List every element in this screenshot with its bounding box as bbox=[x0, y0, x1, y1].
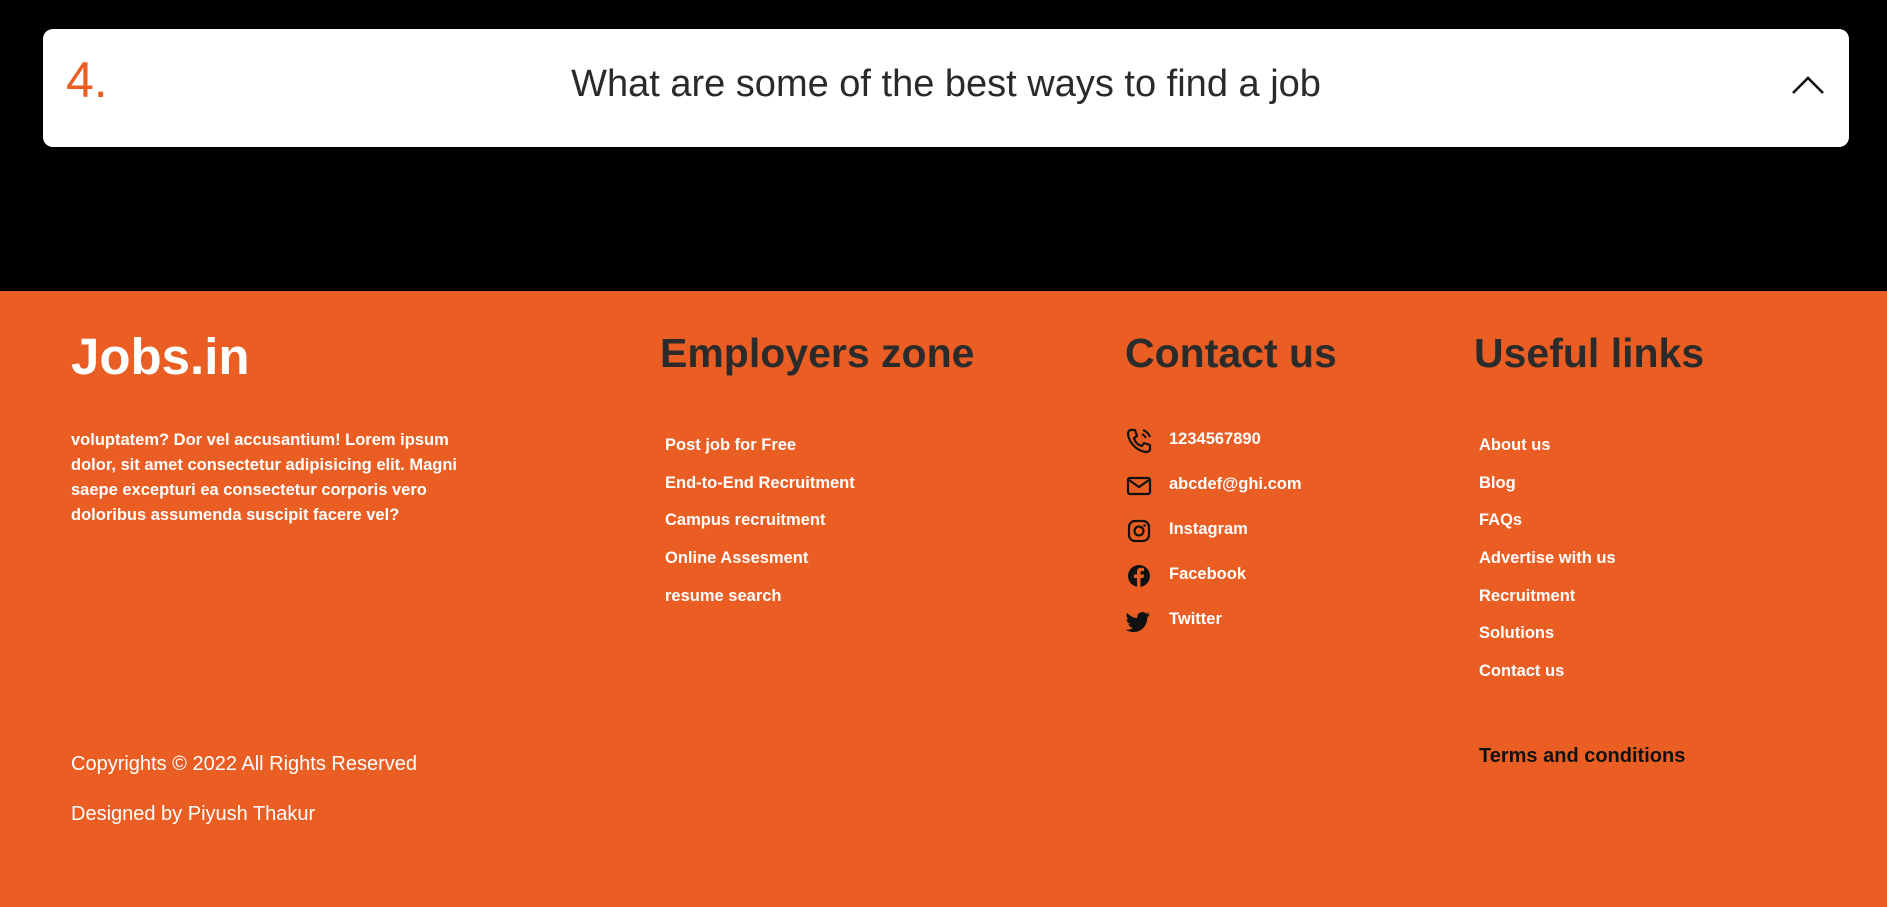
contact-us-heading: Contact us bbox=[1125, 330, 1337, 376]
contact-twitter-link[interactable]: Twitter bbox=[1169, 607, 1222, 629]
contact-item-email: abcdef@ghi.com bbox=[1125, 472, 1302, 517]
list-item: Recruitment bbox=[1479, 587, 1616, 625]
list-item: Campus recruitment bbox=[665, 511, 855, 549]
footer-about-text: voluptatem? Dor vel accusantium! Lorem i… bbox=[71, 431, 457, 524]
contact-item-instagram: Instagram bbox=[1125, 517, 1302, 562]
list-item: End-to-End Recruitment bbox=[665, 474, 855, 512]
site-footer: Jobs.in voluptatem? Dor vel accusantium!… bbox=[0, 291, 1887, 907]
list-item: Online Assesment bbox=[665, 549, 855, 587]
list-item: About us bbox=[1479, 436, 1616, 474]
employers-zone-links: Post job for Free End-to-End Recruitment… bbox=[665, 436, 855, 624]
list-item: Post job for Free bbox=[665, 436, 855, 474]
list-item: Solutions bbox=[1479, 624, 1616, 662]
useful-links-heading: Useful links bbox=[1474, 330, 1705, 376]
list-item: Advertise with us bbox=[1479, 549, 1616, 587]
copyright-text: Copyrights © 2022 All Rights Reserved bbox=[71, 753, 418, 775]
link-faqs[interactable]: FAQs bbox=[1479, 511, 1522, 529]
link-solutions[interactable]: Solutions bbox=[1479, 624, 1554, 642]
footer-brand-logo[interactable]: Jobs.in bbox=[71, 331, 250, 382]
instagram-icon bbox=[1127, 519, 1151, 543]
list-item: Blog bbox=[1479, 474, 1616, 512]
contact-item-twitter: Twitter bbox=[1125, 607, 1302, 652]
faq-item[interactable]: 4. What are some of the best ways to fin… bbox=[43, 29, 1849, 147]
mail-icon bbox=[1126, 476, 1152, 496]
link-resume-search[interactable]: resume search bbox=[665, 587, 782, 605]
faq-question[interactable]: What are some of the best ways to find a… bbox=[43, 65, 1849, 103]
link-about-us[interactable]: About us bbox=[1479, 436, 1551, 454]
list-item: resume search bbox=[665, 587, 855, 625]
designed-by-text: Designed by Piyush Thakur bbox=[71, 803, 316, 825]
useful-links-list: About us Blog FAQs Advertise with us Rec… bbox=[1479, 436, 1616, 700]
phone-icon bbox=[1126, 428, 1152, 454]
link-online-assesment[interactable]: Online Assesment bbox=[665, 549, 808, 567]
list-item: Contact us bbox=[1479, 662, 1616, 700]
link-post-job[interactable]: Post job for Free bbox=[665, 436, 796, 454]
contact-item-phone: 1234567890 bbox=[1125, 427, 1302, 472]
link-blog[interactable]: Blog bbox=[1479, 474, 1516, 492]
list-item: FAQs bbox=[1479, 511, 1616, 549]
contact-phone-link[interactable]: 1234567890 bbox=[1169, 427, 1261, 449]
link-advertise-with-us[interactable]: Advertise with us bbox=[1479, 549, 1616, 567]
contact-list: 1234567890 abcdef@ghi.com Instagram Face… bbox=[1125, 427, 1302, 652]
link-campus-recruitment[interactable]: Campus recruitment bbox=[665, 511, 825, 529]
facebook-icon bbox=[1128, 565, 1150, 587]
contact-email-link[interactable]: abcdef@ghi.com bbox=[1169, 472, 1302, 494]
link-contact-us[interactable]: Contact us bbox=[1479, 662, 1564, 680]
link-recruitment[interactable]: Recruitment bbox=[1479, 587, 1575, 605]
contact-item-facebook: Facebook bbox=[1125, 562, 1302, 607]
contact-facebook-link[interactable]: Facebook bbox=[1169, 562, 1246, 584]
terms-and-conditions-link[interactable]: Terms and conditions bbox=[1479, 746, 1685, 766]
link-end-to-end-recruitment[interactable]: End-to-End Recruitment bbox=[665, 474, 855, 492]
chevron-up-icon[interactable] bbox=[1790, 73, 1826, 97]
contact-instagram-link[interactable]: Instagram bbox=[1169, 517, 1248, 539]
employers-zone-heading: Employers zone bbox=[660, 330, 975, 376]
twitter-icon bbox=[1125, 612, 1150, 632]
